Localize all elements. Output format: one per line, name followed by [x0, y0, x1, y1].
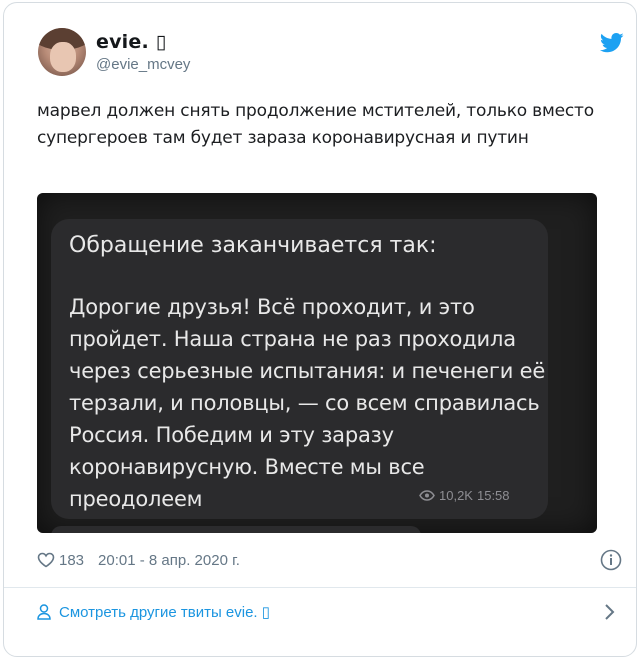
- avatar[interactable]: [38, 28, 86, 76]
- tweet-text: марвел должен снять продолжение мстителе…: [37, 101, 594, 148]
- message-body: Дорогие друзья! Всё проходит, и это прой…: [69, 295, 546, 511]
- like-button[interactable]: 183: [37, 552, 84, 569]
- heart-icon: [37, 552, 55, 568]
- eye-icon: [419, 490, 435, 501]
- display-name[interactable]: evie. ▯: [96, 31, 166, 53]
- tweet-timestamp[interactable]: 20:01 - 8 апр. 2020 г.: [98, 552, 240, 569]
- tweet-card: evie. ▯ @evie_mcvey марвел должен снять …: [3, 2, 637, 657]
- chevron-right-icon[interactable]: [602, 602, 616, 622]
- message-time: 15:58: [476, 488, 510, 503]
- view-count: 10,2K: [439, 488, 473, 503]
- message-heading: Обращение заканчивается так:: [69, 233, 437, 258]
- message-meta: 10,2K 15:58: [419, 488, 539, 503]
- tweet-media-image[interactable]: Обращение заканчивается так: Дорогие дру…: [37, 193, 597, 533]
- user-handle[interactable]: @evie_mcvey: [96, 56, 190, 73]
- twitter-bird-icon[interactable]: [600, 33, 624, 53]
- tweet-meta: 183 20:01 - 8 апр. 2020 г.: [37, 549, 240, 571]
- more-tweets-label: Смотреть другие твиты evie. ▯: [59, 604, 270, 621]
- info-icon[interactable]: [600, 549, 622, 571]
- next-message-bubble: [51, 526, 421, 533]
- more-tweets-link[interactable]: Смотреть другие твиты evie. ▯: [37, 600, 270, 624]
- person-icon: [37, 604, 51, 620]
- divider: [4, 587, 636, 588]
- like-count: 183: [59, 551, 85, 569]
